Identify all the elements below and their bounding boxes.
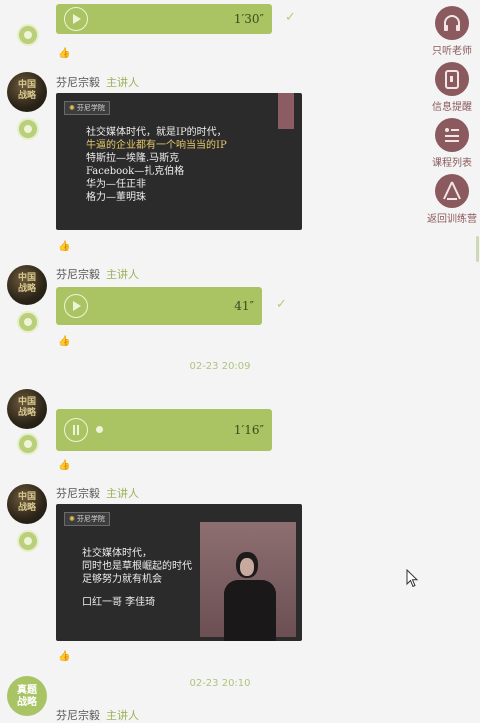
- headphones-icon: [435, 6, 469, 40]
- avatar-text: 真题 战略: [17, 685, 37, 708]
- back-to-camp-button[interactable]: 返回训练营: [427, 174, 477, 225]
- listen-teacher-button[interactable]: 只听老师: [432, 6, 472, 57]
- avatar[interactable]: 中国 战略: [7, 72, 47, 112]
- user-badge: [17, 24, 39, 46]
- like-icon[interactable]: 👍: [58, 241, 70, 252]
- image-message[interactable]: ✺ 芬尼学院 社交媒体时代，就是IP的时代， 牛逼的企业都有一个响当当的IP 特斯…: [56, 93, 302, 230]
- avatar-text: 中国 战略: [17, 80, 36, 101]
- voice-message[interactable]: 1′16″: [56, 409, 272, 451]
- speaker-name: 芬尼宗毅 主讲人: [56, 487, 139, 500]
- like-icon[interactable]: 👍: [58, 651, 70, 662]
- card-line: 足够努力就有机会: [82, 574, 162, 585]
- speaker-name: 芬尼宗毅 主讲人: [56, 268, 139, 281]
- cursor-icon: [406, 569, 419, 588]
- voice-duration: 1′16″: [233, 423, 264, 437]
- play-icon[interactable]: [64, 7, 88, 31]
- progress-dot[interactable]: [96, 426, 103, 433]
- voice-message[interactable]: 41″: [56, 287, 262, 325]
- scrollbar[interactable]: [476, 236, 479, 262]
- user-badge: [17, 311, 39, 333]
- brand-logo: ✺ 芬尼学院: [64, 101, 110, 115]
- avatar[interactable]: 中国 战略: [7, 389, 47, 429]
- user-badge: [17, 118, 39, 140]
- card-line: Facebook—扎克伯格: [86, 166, 185, 177]
- card-line: 口红一哥 李佳琦: [82, 597, 156, 608]
- card-line: 特斯拉—埃隆.马斯克: [86, 153, 180, 164]
- list-icon: [435, 118, 469, 152]
- timestamp: 02-23 20:10: [189, 678, 251, 689]
- like-icon[interactable]: 👍: [58, 336, 70, 347]
- card-line: 同时也是草根崛起的时代: [82, 561, 192, 572]
- sidebar-label: 课程列表: [432, 158, 472, 169]
- card-line: 华为—任正非: [86, 179, 146, 190]
- check-icon: ✓: [276, 297, 287, 312]
- timestamp: 02-23 20:09: [189, 361, 251, 372]
- avatar-text: 中国 战略: [17, 397, 36, 418]
- sidebar-label: 返回训练营: [427, 214, 477, 225]
- image-message[interactable]: ✺ 芬尼学院 社交媒体时代， 同时也是草根崛起的时代 足够努力就有机会 口红一哥 …: [56, 504, 302, 641]
- like-icon[interactable]: 👍: [58, 460, 70, 471]
- voice-duration: 1′30″: [233, 12, 264, 26]
- voice-message[interactable]: 1′30″: [56, 4, 272, 34]
- sidebar-label: 信息提醒: [432, 102, 472, 113]
- avatar[interactable]: 真题 战略: [7, 676, 47, 716]
- user-badge: [17, 433, 39, 455]
- pause-icon[interactable]: [64, 418, 88, 442]
- avatar[interactable]: 中国 战略: [7, 265, 47, 305]
- avatar[interactable]: 中国 战略: [7, 484, 47, 524]
- like-icon[interactable]: 👍: [58, 48, 70, 59]
- brand-logo: ✺ 芬尼学院: [64, 512, 110, 526]
- card-line: 社交媒体时代，就是IP的时代，: [86, 127, 227, 138]
- play-icon[interactable]: [64, 294, 88, 318]
- avatar-text: 中国 战略: [17, 273, 36, 294]
- speaker-photo: [200, 522, 296, 641]
- avatar-text: 中国 战略: [17, 492, 36, 513]
- course-list-button[interactable]: 课程列表: [432, 118, 472, 169]
- user-badge: [17, 530, 39, 552]
- mobile-icon: [435, 62, 469, 96]
- card-line: 牛逼的企业都有一个响当当的IP: [86, 140, 227, 151]
- bookmark-decoration: [278, 93, 294, 129]
- speaker-name: 芬尼宗毅 主讲人: [56, 709, 139, 722]
- speaker-name: 芬尼宗毅 主讲人: [56, 76, 139, 89]
- sidebar-label: 只听老师: [432, 46, 472, 57]
- card-line: 社交媒体时代，: [82, 548, 152, 559]
- message-reminder-button[interactable]: 信息提醒: [432, 62, 472, 113]
- voice-duration: 41″: [234, 299, 254, 313]
- check-icon: ✓: [285, 10, 296, 25]
- card-line: 格力—董明珠: [86, 192, 146, 203]
- camp-icon: [435, 174, 469, 208]
